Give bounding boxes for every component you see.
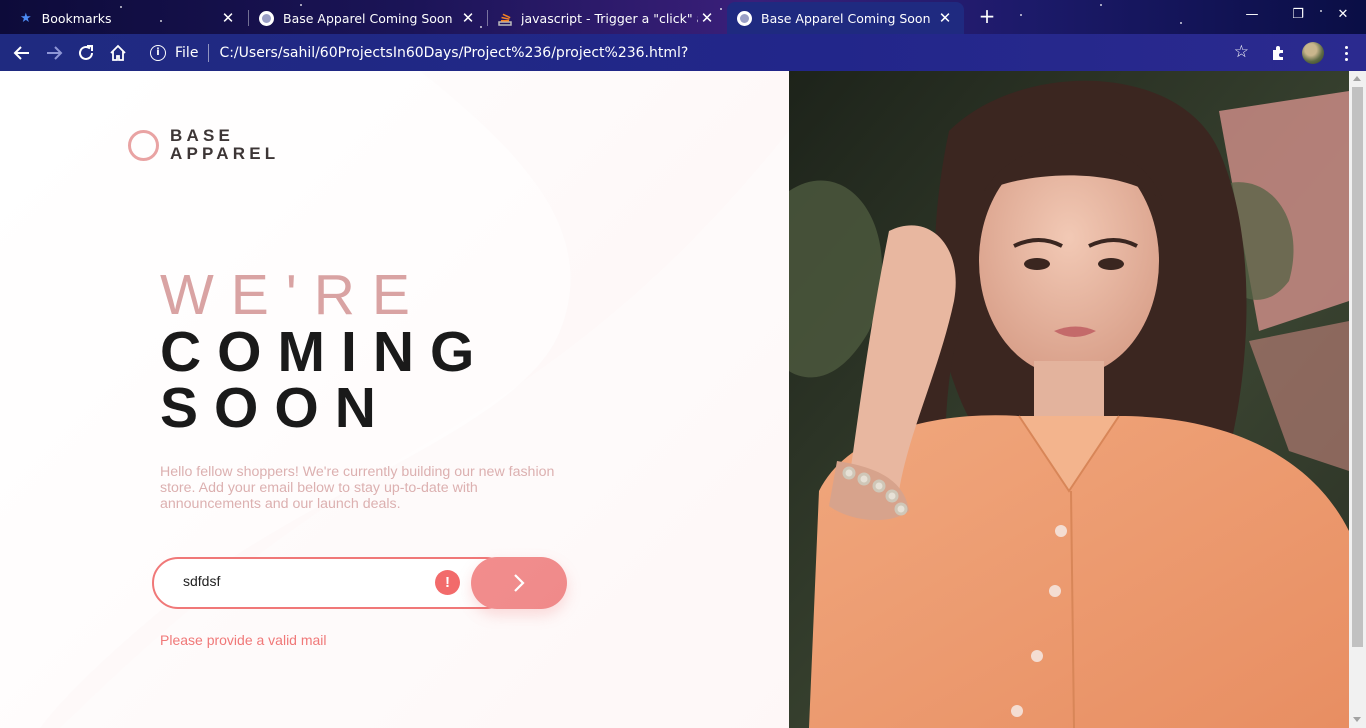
home-button[interactable] (105, 40, 131, 66)
headline-bold-1: COMING (160, 320, 491, 384)
hero-photo-illustration (789, 71, 1349, 728)
email-field-value[interactable]: sdfdsf (183, 573, 220, 589)
content-pane: BASE APPAREL WE'RE COMING SOON Hello fel… (0, 71, 789, 728)
star-icon: ★ (20, 10, 32, 26)
tab-title: Bookmarks (41, 10, 112, 26)
puzzle-icon (1273, 46, 1283, 60)
description: Hello fellow shoppers! We're currently b… (160, 464, 555, 512)
menu-dots-icon[interactable] (1338, 42, 1354, 64)
extensions-button[interactable] (1266, 40, 1292, 66)
chevron-right-icon (514, 574, 525, 592)
profile-avatar[interactable] (1302, 42, 1324, 64)
tab-title: javascript - Trigger a "click" action (521, 10, 698, 26)
tab-bookmarks[interactable]: ★ Bookmarks ✕ (10, 2, 247, 34)
info-icon[interactable]: i (150, 44, 166, 61)
globe-icon (259, 10, 274, 26)
hero-image (789, 71, 1349, 728)
headline-light: WE'RE (160, 263, 427, 327)
arrow-left-icon (13, 46, 29, 60)
submit-button[interactable] (471, 557, 567, 609)
brand-logo[interactable]: BASE APPAREL (128, 127, 279, 163)
back-button[interactable] (9, 40, 35, 66)
page-viewport: BASE APPAREL WE'RE COMING SOON Hello fel… (0, 71, 1366, 728)
new-tab-button[interactable]: + (975, 5, 999, 29)
tab-base-apparel-1[interactable]: Base Apparel Coming Soon ✕ (249, 2, 487, 34)
reload-icon (79, 45, 93, 60)
bookmark-star-icon[interactable]: ☆ (1234, 42, 1249, 62)
browser-toolbar: i File C:/Users/sahil/60ProjectsIn60Days… (0, 34, 1366, 71)
home-icon (110, 44, 126, 61)
close-window-button[interactable]: ✕ (1320, 0, 1366, 30)
tab-title: Base Apparel Coming Soon (761, 10, 931, 26)
close-icon[interactable]: ✕ (459, 9, 477, 27)
logo-wordmark: BASE APPAREL (170, 126, 280, 163)
close-icon[interactable]: ✕ (219, 9, 237, 27)
headline-bold-2: SOON (160, 376, 392, 440)
arrow-right-icon (47, 46, 63, 60)
address-bar[interactable]: i File C:/Users/sahil/60ProjectsIn60Days… (140, 38, 1263, 67)
logo-ring-icon (128, 129, 159, 161)
stackoverflow-icon (498, 13, 512, 26)
email-form: sdfdsf ! (152, 557, 567, 609)
scheme-label: File (175, 44, 199, 61)
scrollbar[interactable] (1349, 71, 1366, 728)
restore-button[interactable]: ❐ (1275, 0, 1321, 30)
page-title: WE'RE COMING SOON (160, 263, 491, 440)
scrollbar-thumb[interactable] (1352, 87, 1363, 647)
error-icon: ! (435, 570, 460, 595)
close-icon[interactable]: ✕ (936, 9, 954, 27)
reload-button[interactable] (73, 40, 99, 66)
minimize-button[interactable]: — (1229, 0, 1275, 30)
tab-base-apparel-active[interactable]: Base Apparel Coming Soon ✕ (727, 2, 964, 34)
scroll-up-icon[interactable] (1353, 76, 1361, 81)
globe-icon (737, 10, 752, 26)
scroll-down-icon[interactable] (1353, 717, 1361, 722)
close-icon[interactable]: ✕ (698, 9, 716, 27)
error-message: Please provide a valid mail (160, 632, 327, 648)
tab-stackoverflow[interactable]: javascript - Trigger a "click" action ✕ (488, 2, 726, 34)
forward-button[interactable] (41, 40, 67, 66)
url-text[interactable]: C:/Users/sahil/60ProjectsIn60Days/Projec… (219, 45, 688, 61)
tab-strip: ★ Bookmarks ✕ Base Apparel Coming Soon ✕… (0, 0, 1366, 34)
tab-title: Base Apparel Coming Soon (283, 10, 453, 26)
